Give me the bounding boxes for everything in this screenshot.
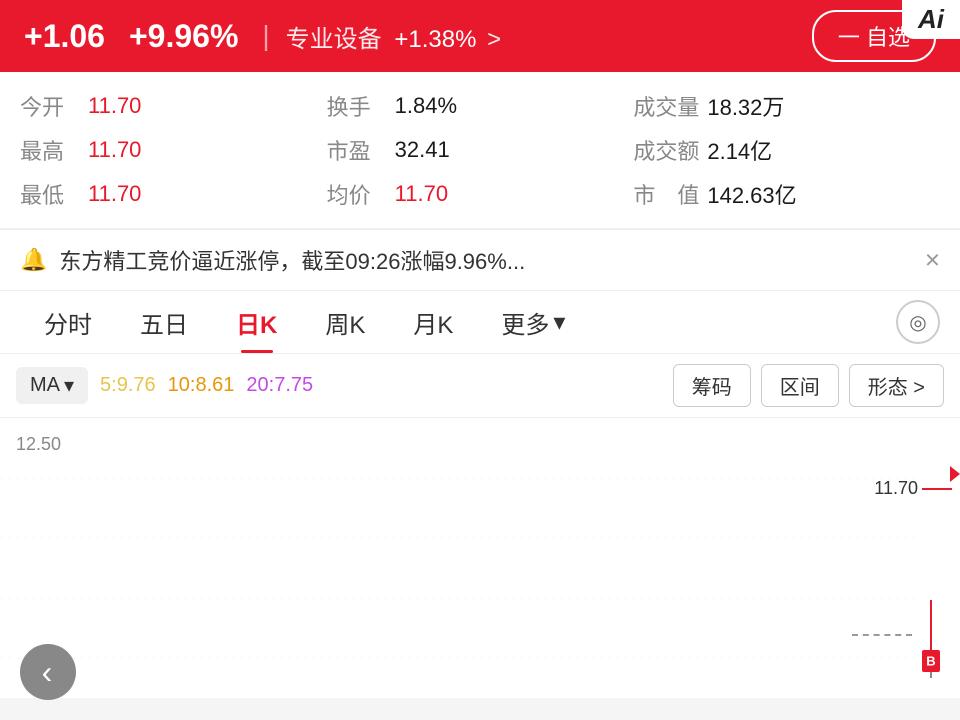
price-line-indicator <box>922 488 952 490</box>
chart-right-arrow <box>950 466 960 482</box>
sector-change: +1.38% <box>394 26 476 53</box>
stat-high-value: 11.70 <box>88 137 141 163</box>
stat-mktcap-value: 142.63亿 <box>707 178 796 210</box>
ma-dropdown-icon: ▾ <box>64 373 74 398</box>
sector-name: 专业设备 <box>286 26 382 53</box>
chart-svg <box>0 418 920 678</box>
range-button[interactable]: 区间 <box>761 364 839 407</box>
stat-mktcap: 市 值 142.63亿 <box>633 172 940 216</box>
alert-close-button[interactable]: × <box>925 245 940 276</box>
alert-banner: 🔔 东方精工竞价逼近涨停，截至09:26涨幅9.96%... × <box>0 229 960 290</box>
stat-pe: 市盈 32.41 <box>327 128 634 172</box>
stat-pe-value: 32.41 <box>395 137 450 163</box>
ma-selector-button[interactable]: MA ▾ <box>16 367 88 404</box>
sector-info[interactable]: 专业设备 +1.38% > <box>286 19 501 54</box>
chart-tabs: 分时 五日 日K 周K 月K 更多 ▾ ◎ <box>0 290 960 354</box>
tab-rik[interactable]: 日K <box>212 291 301 353</box>
stat-open-value: 11.70 <box>88 93 141 119</box>
chips-button[interactable]: 筹码 <box>673 364 751 407</box>
stat-avg-price: 均价 11.70 <box>327 172 634 216</box>
ai-button[interactable]: Ai <box>918 4 944 34</box>
price-change: +1.06 <box>24 18 105 55</box>
alert-text: 东方精工竞价逼近涨停，截至09:26涨幅9.96%... <box>59 244 940 276</box>
settings-icon: ◎ <box>909 310 926 335</box>
ma-label: MA <box>30 374 60 397</box>
candle-wick-bottom <box>930 672 932 678</box>
candle-wick-top <box>930 600 932 650</box>
tab-yuek[interactable]: 月K <box>389 291 477 353</box>
stat-low-value: 11.70 <box>88 181 141 207</box>
candle-body: B <box>922 650 940 672</box>
pct-change: +9.96% <box>129 18 238 55</box>
back-button[interactable]: ‹ <box>20 644 76 700</box>
stat-amount-label: 成交额 <box>633 134 699 166</box>
chart-settings-button[interactable]: ◎ <box>896 300 940 344</box>
stat-amount: 成交额 2.14亿 <box>633 128 940 172</box>
stat-high: 最高 11.70 <box>20 128 327 172</box>
shape-button[interactable]: 形态 > <box>849 364 944 407</box>
ai-button-area[interactable]: Ai <box>902 0 960 39</box>
stat-open-label: 今开 <box>20 90 80 122</box>
candle-body-label: B <box>926 654 935 669</box>
dropdown-arrow-icon: ▾ <box>553 308 565 337</box>
stat-turnover: 换手 1.84% <box>327 84 634 128</box>
back-icon: ‹ <box>42 654 53 691</box>
tab-wuri[interactable]: 五日 <box>116 291 212 353</box>
stats-grid: 今开 11.70 换手 1.84% 成交量 18.32万 最高 11.70 市盈… <box>0 72 960 229</box>
tab-zhouk[interactable]: 周K <box>301 291 389 353</box>
stat-open: 今开 11.70 <box>20 84 327 128</box>
alert-icon: 🔔 <box>20 247 47 273</box>
stat-avg-value: 11.70 <box>395 181 448 207</box>
stat-pe-label: 市盈 <box>327 134 387 166</box>
stat-avg-label: 均价 <box>327 178 387 210</box>
stat-volume-label: 成交量 <box>633 90 699 122</box>
stat-volume-value: 18.32万 <box>707 90 784 122</box>
stat-mktcap-label: 市 值 <box>633 178 699 210</box>
stat-high-label: 最高 <box>20 134 80 166</box>
candlestick-graphic: B <box>922 600 940 678</box>
tab-fenshi[interactable]: 分时 <box>20 291 116 353</box>
stat-low: 最低 11.70 <box>20 172 327 216</box>
chart-area: 12.50 11.70 B <box>0 418 960 698</box>
ma20-indicator: 20:7.75 <box>246 374 313 397</box>
header-bar: +1.06 +9.96% | 专业设备 +1.38% > 一 自选 <box>0 0 960 72</box>
stat-amount-value: 2.14亿 <box>707 134 772 166</box>
stat-turnover-label: 换手 <box>327 90 387 122</box>
ma10-indicator: 10:8.61 <box>168 374 235 397</box>
chart-toolbar: MA ▾ 5:9.76 10:8.61 20:7.75 筹码 区间 形态 > <box>0 354 960 418</box>
toolbar-right-buttons: 筹码 区间 形态 > <box>673 364 944 407</box>
stat-turnover-value: 1.84% <box>395 93 457 119</box>
divider: | <box>262 20 269 52</box>
tab-more[interactable]: 更多 ▾ <box>477 291 589 353</box>
stat-low-label: 最低 <box>20 178 80 210</box>
chevron-icon: > <box>487 26 501 53</box>
stat-volume: 成交量 18.32万 <box>633 84 940 128</box>
ma5-indicator: 5:9.76 <box>100 374 156 397</box>
